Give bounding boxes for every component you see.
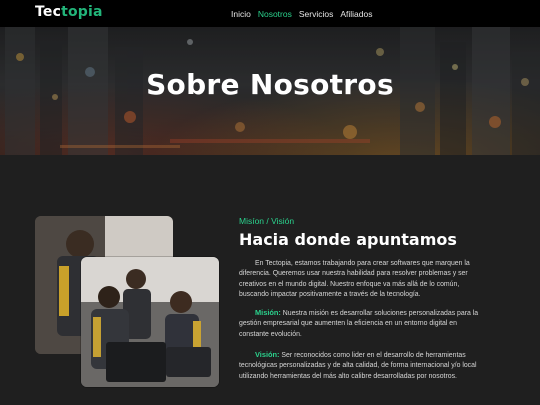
brand-logo[interactable]: Tectopia — [35, 4, 103, 20]
vision-label: Visión: — [255, 350, 280, 359]
team-photo-front-image — [81, 257, 219, 387]
brand-logo-part1: Tec — [35, 4, 62, 20]
mission-label: Misión: — [255, 308, 281, 317]
nav-item-afiliados[interactable]: Afiliados — [340, 9, 372, 19]
brand-logo-part2: topia — [61, 4, 103, 20]
main-nav: Inicio Nosotros Servicios Afiliados — [231, 9, 372, 19]
nav-item-servicios[interactable]: Servicios — [299, 9, 333, 19]
hero-title: Sobre Nosotros — [146, 68, 394, 101]
nav-item-nosotros[interactable]: Nosotros — [258, 9, 292, 19]
section-eyebrow: Misíon / Visión — [239, 216, 295, 226]
navbar: Tectopia Inicio Nosotros Servicios Afili… — [0, 0, 540, 27]
team-photo-front — [81, 257, 219, 387]
nav-item-inicio[interactable]: Inicio — [231, 9, 251, 19]
hero-banner: Sobre Nosotros — [0, 27, 540, 155]
intro-paragraph: En Tectopia, estamos trabajando para cre… — [239, 260, 470, 299]
section-title: Hacia donde apuntamos — [239, 230, 457, 249]
vision-paragraph: Visión: Ser reconocidos como lider en el… — [239, 350, 481, 382]
mission-paragraph: Misión: Nuestra misión es desarrollar so… — [239, 308, 481, 340]
about-section: Misíon / Visión Hacia donde apuntamos En… — [0, 155, 540, 405]
